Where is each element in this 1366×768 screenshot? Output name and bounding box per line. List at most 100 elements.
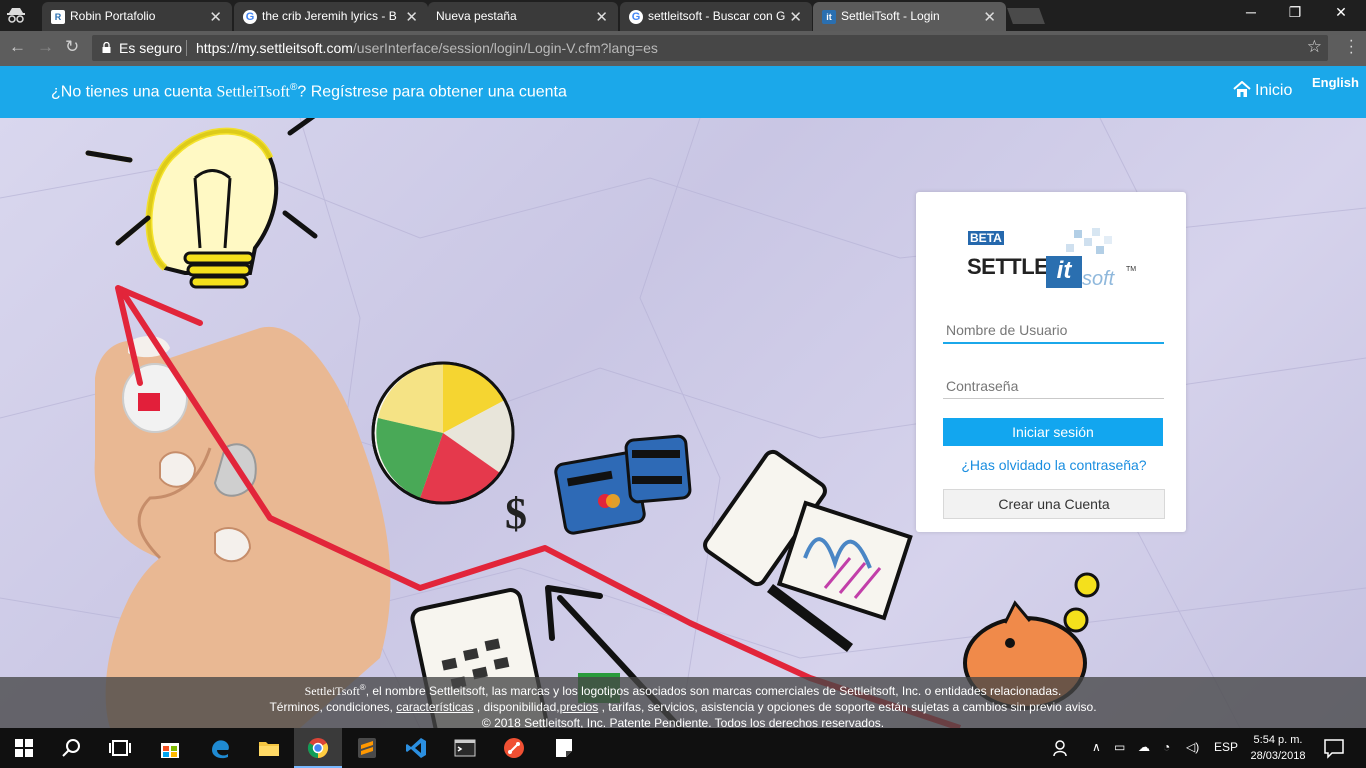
credit-cards-doodle <box>554 434 692 535</box>
settleitsoft-favicon-icon: it <box>822 10 836 24</box>
logo-settle-text: SETTLE <box>967 254 1049 279</box>
pricing-link[interactable]: precios <box>560 700 599 714</box>
login-button[interactable]: Iniciar sesión <box>943 418 1163 446</box>
register-prompt[interactable]: ¿No tienes una cuenta SettleiTsoft®? Reg… <box>51 82 567 101</box>
close-tab-icon[interactable]: ✕ <box>789 8 802 26</box>
bookmark-star-icon[interactable]: ☆ <box>1307 37 1322 57</box>
windows-taskbar: ∧ ▭ ☁ ◔ ◁) ESP 5:54 p. m. 28/03/2018 <box>0 728 1366 768</box>
close-tab-icon[interactable]: ✕ <box>983 8 996 26</box>
tab-title: settleitsoft - Buscar con G <box>648 9 786 23</box>
clock-date: 28/03/2018 <box>1250 750 1306 762</box>
dollar-sign-doodle: $ <box>505 489 527 538</box>
address-bar[interactable]: Es seguro https://my.settleitsoft.com/us… <box>92 35 1328 61</box>
search-icon[interactable] <box>60 736 84 760</box>
footer-trademark-text: , el nombre Settleitsoft, las marcas y l… <box>365 684 1062 698</box>
footer-brand: SettleiTsoft <box>304 684 360 698</box>
close-tab-icon[interactable]: ✕ <box>595 8 608 26</box>
features-link[interactable]: características <box>396 700 473 714</box>
logo-pixel <box>1096 246 1104 254</box>
legal-footer: SettleiTsoft®, el nombre Settleitsoft, l… <box>0 677 1366 730</box>
lightbulb-icon <box>85 118 318 289</box>
pie-chart-doodle <box>371 361 515 505</box>
close-tab-icon[interactable]: ✕ <box>209 8 222 26</box>
secure-label: Es seguro <box>119 40 183 56</box>
footer-terms-text: Términos, condiciones, <box>269 700 397 714</box>
tab-title: SettleiTsoft - Login <box>841 9 940 23</box>
tab-settleitsoft-login[interactable]: it SettleiTsoft - Login ✕ <box>813 2 1006 31</box>
onedrive-icon[interactable]: ☁ <box>1138 740 1150 754</box>
home-label: Inicio <box>1255 82 1293 99</box>
task-view-icon[interactable] <box>108 736 132 760</box>
tab-robin-portafolio[interactable]: R Robin Portafolio ✕ <box>42 2 232 31</box>
tab-jeremih-lyrics[interactable]: G the crib Jeremih lyrics - B ✕ <box>234 2 428 31</box>
taskbar-clock[interactable]: 5:54 p. m. 28/03/2018 <box>1240 732 1316 764</box>
username-input[interactable] <box>943 318 1164 344</box>
incognito-icon <box>7 8 25 23</box>
logo-pixel <box>1066 244 1074 252</box>
tab-google-search[interactable]: G settleitsoft - Buscar con G ✕ <box>620 2 812 31</box>
reload-icon[interactable]: ↻ <box>65 37 79 57</box>
address-separator <box>186 40 187 56</box>
close-window-icon[interactable]: ✕ <box>1318 4 1364 21</box>
battery-icon[interactable]: ▭ <box>1114 740 1125 754</box>
git-icon[interactable] <box>502 736 526 760</box>
tab-title: the crib Jeremih lyrics - B <box>262 9 397 23</box>
login-card: BETA SETTLE it soft TM Iniciar sesión ¿H… <box>916 192 1186 532</box>
logo-pixel <box>1074 230 1082 238</box>
footer-availability-text: , disponibilidad, <box>473 700 560 714</box>
browser-toolbar: ← → ↻ Es seguro https://my.settleitsoft.… <box>0 31 1366 66</box>
notes-icon[interactable] <box>552 736 576 760</box>
url-text[interactable]: https://my.settleitsoft.com/userInterfac… <box>196 40 658 56</box>
settleitsoft-logo: BETA SETTLE it soft TM <box>966 222 1141 297</box>
logo-it-text: it <box>1046 256 1082 288</box>
chrome-icon[interactable] <box>306 736 330 760</box>
volume-icon[interactable]: ◁) <box>1186 740 1199 754</box>
home-link[interactable]: Inicio <box>1233 81 1292 100</box>
tab-new-tab[interactable]: Nueva pestaña ✕ <box>428 2 618 31</box>
restore-icon[interactable]: ❐ <box>1272 4 1318 21</box>
create-account-button[interactable]: Crear una Cuenta <box>943 489 1165 519</box>
register-brand: SettleiTsoft <box>216 83 290 101</box>
robin-favicon-icon: R <box>51 10 65 24</box>
new-tab-button[interactable] <box>1007 8 1045 24</box>
minimize-icon[interactable]: ─ <box>1228 4 1274 20</box>
password-input[interactable] <box>943 373 1164 399</box>
url-path: /userInterface/session/login/Login-V.cfm… <box>352 40 658 56</box>
language-link-english[interactable]: English <box>1312 75 1359 90</box>
action-center-icon[interactable] <box>1322 736 1346 760</box>
terminal-icon[interactable] <box>453 736 477 760</box>
google-favicon-icon: G <box>243 10 257 24</box>
edge-icon[interactable] <box>208 736 232 760</box>
site-header: ¿No tienes una cuenta SettleiTsoft®? Reg… <box>0 66 1366 118</box>
footer-line-1: SettleiTsoft®, el nombre Settleitsoft, l… <box>0 680 1366 699</box>
beta-badge: BETA <box>968 231 1004 245</box>
language-indicator[interactable]: ESP <box>1214 740 1238 754</box>
wifi-icon[interactable]: ◔ <box>1163 740 1170 754</box>
logo-pixel <box>1084 238 1092 246</box>
store-icon[interactable] <box>158 736 182 760</box>
register-text: ? Regístrese para obtener una cuenta <box>297 83 567 101</box>
people-icon[interactable] <box>1053 736 1071 760</box>
forgot-password-link[interactable]: ¿Has olvidado la contraseña? <box>916 457 1192 473</box>
register-prefix: ¿No tienes una cuenta <box>51 83 217 101</box>
chrome-menu-icon[interactable]: · · · <box>1349 33 1354 61</box>
vscode-icon[interactable] <box>404 736 428 760</box>
tray-expand-icon[interactable]: ∧ <box>1092 740 1101 754</box>
lock-icon <box>102 42 111 53</box>
close-tab-icon[interactable]: ✕ <box>405 8 418 26</box>
hand-illustration <box>94 326 391 728</box>
logo-soft-text: soft <box>1082 268 1115 290</box>
google-favicon-icon: G <box>629 10 643 24</box>
home-icon <box>1233 81 1251 97</box>
logo-trademark: TM <box>1126 266 1137 273</box>
start-icon[interactable] <box>12 736 36 760</box>
sublime-icon[interactable] <box>355 736 379 760</box>
logo-pixel <box>1092 228 1100 236</box>
forward-icon[interactable]: → <box>37 37 54 57</box>
file-explorer-icon[interactable] <box>257 736 281 760</box>
tab-title: Nueva pestaña <box>436 9 517 23</box>
clock-time: 5:54 p. m. <box>1253 734 1303 746</box>
back-icon[interactable]: ← <box>9 37 26 57</box>
footer-changes-text: , tarifas, servicios, asistencia y opcio… <box>598 700 1097 714</box>
tab-title: Robin Portafolio <box>70 9 156 23</box>
